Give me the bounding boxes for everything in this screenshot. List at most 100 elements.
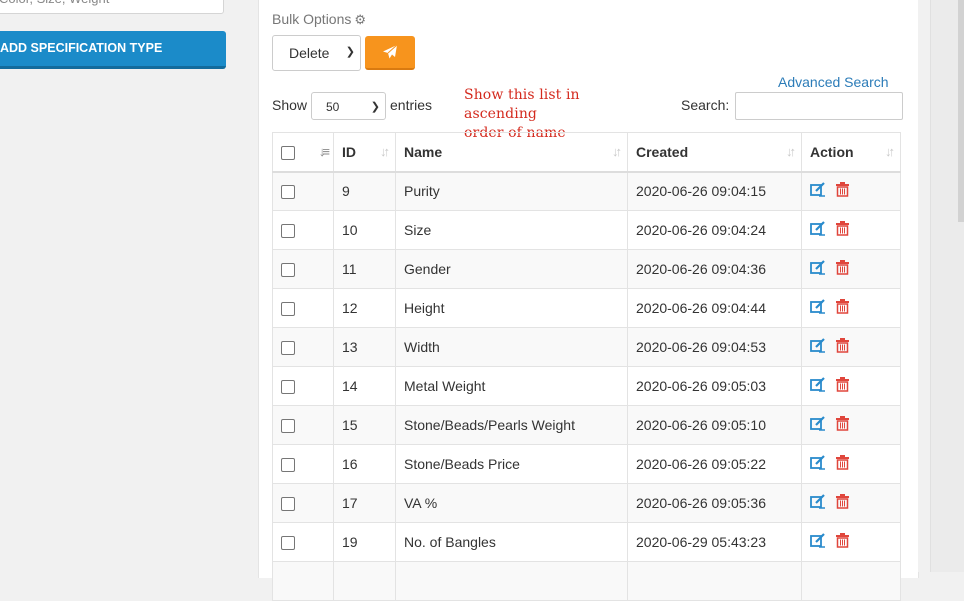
select-cell [272, 288, 334, 328]
row-checkbox[interactable] [281, 341, 295, 356]
delete-icon[interactable] [836, 494, 849, 512]
column-header-label: ID [342, 143, 356, 160]
bulk-action-value: Delete [289, 45, 330, 61]
select-cell [272, 210, 334, 250]
show-label: Show [272, 97, 308, 113]
bulk-options-label: Bulk Options ⚙ [272, 11, 366, 28]
table-row: 16 Stone/Beads Price 2020-06-26 09:05:22 [272, 444, 901, 484]
select-cell [272, 561, 334, 601]
table-header-row: ↓≡ ID ↓↑ Name ↓↑ Created ↓↑ Action ↓↑ [272, 132, 901, 173]
id-cell: 10 [333, 210, 396, 250]
sort-ascending-icon[interactable]: ↓≡ [319, 144, 330, 159]
select-cell [272, 444, 334, 484]
sort-icon: ↓↑ [786, 144, 796, 159]
created-cell: 2020-06-26 09:04:15 [627, 171, 802, 211]
column-header-label: Name [404, 143, 443, 160]
edit-icon[interactable] [810, 533, 826, 551]
action-cell [801, 288, 901, 328]
edit-icon[interactable] [810, 182, 826, 200]
delete-icon[interactable] [836, 182, 849, 200]
gear-icon: ⚙ [354, 12, 367, 27]
select-cell [272, 522, 334, 562]
annotation-line-1: Show this list in ascending [464, 87, 580, 122]
row-checkbox[interactable] [281, 380, 295, 395]
delete-icon[interactable] [836, 299, 849, 317]
apply-bulk-action-button[interactable] [365, 36, 415, 70]
delete-icon[interactable] [836, 455, 849, 473]
column-header-created[interactable]: Created ↓↑ [627, 132, 802, 173]
row-checkbox[interactable] [281, 419, 295, 434]
name-cell: Purity [395, 171, 628, 211]
created-cell: 2020-06-26 09:04:24 [627, 210, 802, 250]
id-cell: 17 [333, 483, 396, 523]
search-input[interactable] [735, 92, 903, 120]
edit-icon[interactable] [810, 416, 826, 434]
sort-icon: ↓↑ [612, 144, 622, 159]
page-length-select[interactable]: 50 ❯ [311, 92, 386, 120]
edit-icon[interactable] [810, 338, 826, 356]
table-row: 10 Size 2020-06-26 09:04:24 [272, 210, 901, 250]
created-cell: 2020-06-26 09:05:10 [627, 405, 802, 445]
select-cell [272, 327, 334, 367]
delete-icon[interactable] [836, 338, 849, 356]
edit-icon[interactable] [810, 377, 826, 395]
row-checkbox[interactable] [281, 536, 295, 551]
edit-icon[interactable] [810, 260, 826, 278]
row-checkbox[interactable] [281, 458, 295, 473]
name-cell: Height [395, 288, 628, 328]
specification-type-input[interactable]: Color, Size, Weight [0, 0, 224, 14]
name-cell: Size [395, 210, 628, 250]
name-cell: Gender [395, 249, 628, 289]
edit-icon[interactable] [810, 455, 826, 473]
created-cell: 2020-06-26 09:05:36 [627, 483, 802, 523]
chevron-down-icon: ❯ [370, 101, 380, 113]
created-cell: 2020-06-26 09:04:53 [627, 327, 802, 367]
delete-icon[interactable] [836, 533, 849, 551]
row-checkbox[interactable] [281, 185, 295, 200]
delete-icon[interactable] [836, 377, 849, 395]
column-header-action[interactable]: Action ↓↑ [801, 132, 901, 173]
id-cell: 15 [333, 405, 396, 445]
name-cell: Stone/Beads Price [395, 444, 628, 484]
select-cell [272, 249, 334, 289]
action-cell [801, 561, 901, 601]
column-header-name[interactable]: Name ↓↑ [395, 132, 628, 173]
action-cell [801, 171, 901, 211]
created-cell: 2020-06-29 05:43:23 [627, 522, 802, 562]
edit-icon[interactable] [810, 494, 826, 512]
select-all-header: ↓≡ [272, 132, 334, 173]
table-row: 11 Gender 2020-06-26 09:04:36 [272, 249, 901, 289]
delete-icon[interactable] [836, 260, 849, 278]
chevron-down-icon: ❯ [345, 46, 355, 58]
row-checkbox[interactable] [281, 224, 295, 239]
select-all-checkbox[interactable] [281, 145, 295, 160]
add-specification-type-button[interactable]: ADD SPECIFICATION TYPE [0, 31, 226, 69]
action-cell [801, 483, 901, 523]
id-cell: 19 [333, 522, 396, 562]
delete-icon[interactable] [836, 416, 849, 434]
edit-icon[interactable] [810, 299, 826, 317]
name-cell: VA % [395, 483, 628, 523]
created-cell [627, 561, 802, 601]
specification-types-table: ↓≡ ID ↓↑ Name ↓↑ Created ↓↑ Action ↓↑ 9P… [272, 132, 901, 601]
table-row [272, 561, 901, 601]
created-cell: 2020-06-26 09:05:22 [627, 444, 802, 484]
advanced-search-link[interactable]: Advanced Search [778, 74, 889, 90]
row-checkbox[interactable] [281, 302, 295, 317]
sort-icon: ↓↑ [380, 144, 390, 159]
edit-icon[interactable] [810, 221, 826, 239]
row-checkbox[interactable] [281, 497, 295, 512]
id-cell: 9 [333, 171, 396, 211]
delete-icon[interactable] [836, 221, 849, 239]
bulk-action-select[interactable]: Delete ❯ [272, 35, 361, 71]
action-cell [801, 522, 901, 562]
action-cell [801, 249, 901, 289]
table-row: 12 Height 2020-06-26 09:04:44 [272, 288, 901, 328]
created-cell: 2020-06-26 09:04:44 [627, 288, 802, 328]
scrollbar-thumb[interactable] [958, 0, 964, 222]
table-row: 19 No. of Bangles 2020-06-29 05:43:23 [272, 522, 901, 562]
created-cell: 2020-06-26 09:04:36 [627, 249, 802, 289]
id-cell: 16 [333, 444, 396, 484]
column-header-id[interactable]: ID ↓↑ [333, 132, 396, 173]
row-checkbox[interactable] [281, 263, 295, 278]
